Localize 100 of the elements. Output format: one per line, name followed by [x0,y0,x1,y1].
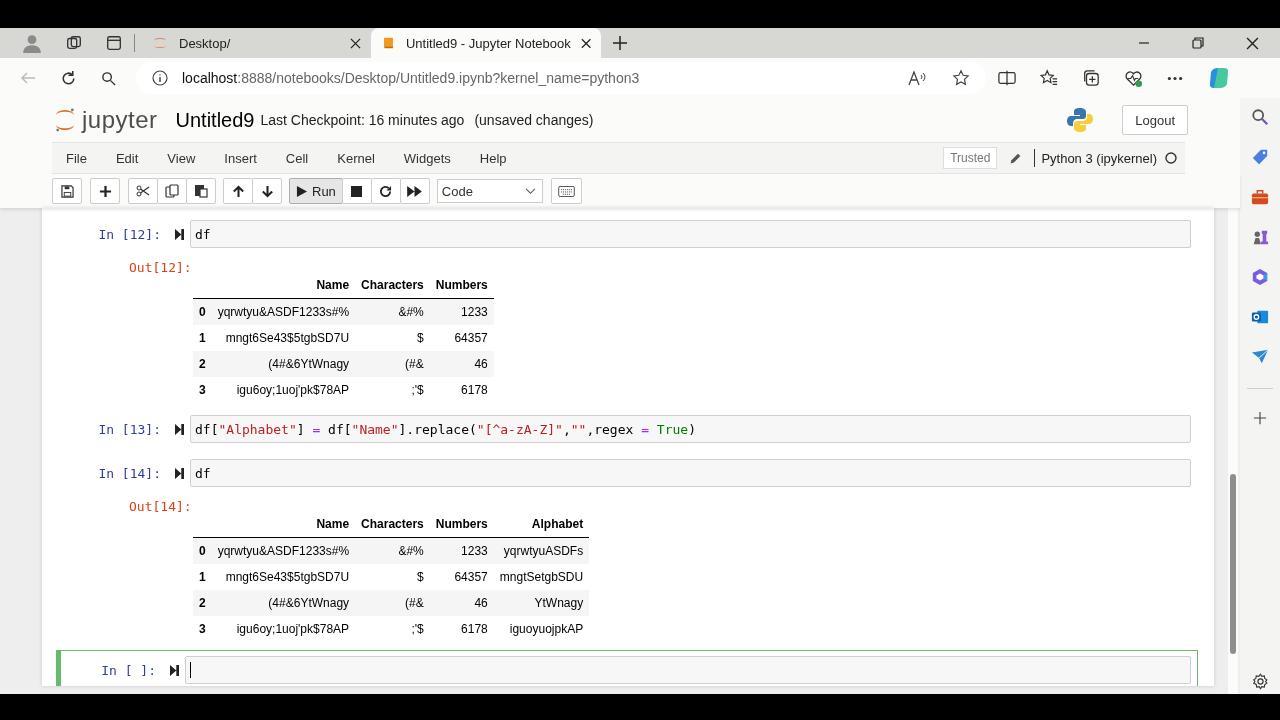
column-header: Characters [355,511,430,538]
save-button[interactable] [52,178,82,204]
split-screen-icon[interactable] [998,70,1016,86]
run-cell-icon[interactable] [175,467,184,479]
column-header: Alphabet [493,511,590,538]
menu-item[interactable]: Help [479,150,507,166]
search-icon[interactable] [1251,108,1269,126]
menu-item[interactable]: View [167,150,196,166]
code-input[interactable]: df [190,220,1191,248]
output-prompt: Out[14]: [128,499,193,514]
tag-icon[interactable] [1251,148,1269,166]
code-input[interactable]: df["Alphabet"] = df["Name"].replace("[^a-zA-Z]","",regex = True) [190,415,1191,443]
m365-icon[interactable] [1251,268,1269,286]
scissors-icon [136,184,150,198]
read-aloud-icon[interactable] [908,70,928,86]
trusted-badge[interactable]: Trusted [943,147,998,169]
move-up-button[interactable] [223,178,253,204]
copy-button[interactable] [157,178,187,204]
table-cell: (#& [355,351,430,377]
table-cell: yqrwtyu&ASDF1233s#% [211,298,356,325]
run-button[interactable]: Run [289,178,343,204]
search-icon[interactable] [101,70,116,86]
tab-actions-icon[interactable] [105,34,123,52]
plus-icon [98,184,112,198]
send-icon[interactable] [1251,348,1269,366]
column-header: Numbers [429,272,494,299]
menu-item[interactable]: Insert [224,150,257,166]
interrupt-button[interactable] [341,178,372,204]
add-icon[interactable] [1253,411,1267,425]
row-index: 0 [193,298,212,325]
code-input[interactable]: df [190,459,1191,487]
menu-item[interactable]: Cell [285,150,309,166]
menu-item[interactable]: Widgets [403,150,451,166]
paste-button[interactable] [186,178,216,204]
menu-item[interactable]: Kernel [337,150,375,166]
pencil-icon[interactable] [1009,151,1023,165]
input-prompt: In [14]: [97,465,162,481]
close-icon[interactable] [580,37,591,49]
run-cell-icon[interactable] [175,423,184,435]
close-icon[interactable] [350,37,361,49]
workspaces-icon[interactable] [65,34,83,52]
menu-item[interactable]: Edit [115,150,139,166]
kernel-name[interactable]: Python 3 (ipykernel) [1041,150,1157,166]
scrollbar[interactable] [1228,208,1238,694]
row-index: 3 [193,377,212,403]
row-index: 2 [193,351,212,377]
outlook-icon[interactable] [1251,308,1269,326]
table-cell: mngt6Se43$5tgbSD7U [211,564,356,590]
table-cell: yqrwtyu&ASDF1233s#% [211,537,356,564]
run-all-button[interactable] [399,178,430,204]
more-icon[interactable] [1167,75,1183,81]
table-cell: igu6oy;1uoj'pk$78AP [211,377,356,403]
browser-tab[interactable]: Untitled9 - Jupyter Notebook [371,28,601,58]
insert-cell-button[interactable] [90,178,120,204]
code-cell[interactable]: In [13]: df["Alphabet"] = df["Name"].replace("[^a-zA-Z]","",regex = True) [56,411,1198,447]
code-cell[interactable]: In [12]: df [56,216,1198,252]
restart-button[interactable] [370,178,401,204]
new-tab-icon[interactable] [612,35,628,51]
refresh-icon[interactable] [60,69,77,87]
run-cell-icon[interactable] [175,228,184,240]
info-icon [152,70,168,86]
settings-icon[interactable] [1251,673,1269,690]
code-cell[interactable]: In [ ]: [56,650,1198,686]
save-status: (unsaved changes) [474,112,594,128]
cut-button[interactable] [128,178,158,204]
jupyter-logo-text[interactable]: jupyter [82,106,158,134]
table-cell: mngtSetgbSDU [493,564,590,590]
chess-pieces-icon[interactable] [1251,228,1269,246]
kernel-idle-icon [1165,152,1177,164]
chevron-down-icon [524,187,536,195]
table-cell: 64357 [429,325,494,351]
table-cell: (4#&6YtWnagy [211,351,356,377]
row-index: 3 [193,616,212,642]
cell-type-dropdown[interactable]: Code [436,179,543,203]
copilot-icon[interactable] [1207,66,1231,90]
toolbox-icon[interactable] [1251,188,1269,206]
close-icon[interactable] [1246,36,1259,50]
health-heart-icon[interactable] [1124,68,1143,88]
browser-tab[interactable]: Desktop/ [141,28,371,58]
keyboard-shortcuts-button[interactable] [550,178,582,204]
notebook-name[interactable]: Untitled9 [175,108,255,132]
restore-icon[interactable] [1192,37,1204,49]
table-cell: 46 [429,351,494,377]
arrow-down-icon [260,184,274,198]
run-cell-icon[interactable] [170,664,179,676]
checkpoint-text: Last Checkpoint: 16 minutes ago [260,112,465,128]
favorite-star-icon[interactable] [952,69,970,87]
save-icon [60,184,74,198]
collections-icon[interactable] [1082,69,1100,87]
menu-item[interactable]: File [66,150,87,166]
code-input[interactable] [185,656,1191,684]
column-header: Characters [355,272,430,299]
move-down-button[interactable] [252,178,282,204]
table-cell: ;'$ [355,377,430,403]
input-prompt: In [ ]: [100,662,157,678]
address-field[interactable]: localhost:8888/notebooks/Desktop/Untitled9.ipynb?kernel_name=python3 [136,62,986,94]
input-prompt: In [13]: [97,421,162,437]
code-cell[interactable]: In [14]: df [56,455,1198,491]
logout-button[interactable]: Logout [1122,105,1188,135]
favorites-icon[interactable] [1040,69,1058,87]
